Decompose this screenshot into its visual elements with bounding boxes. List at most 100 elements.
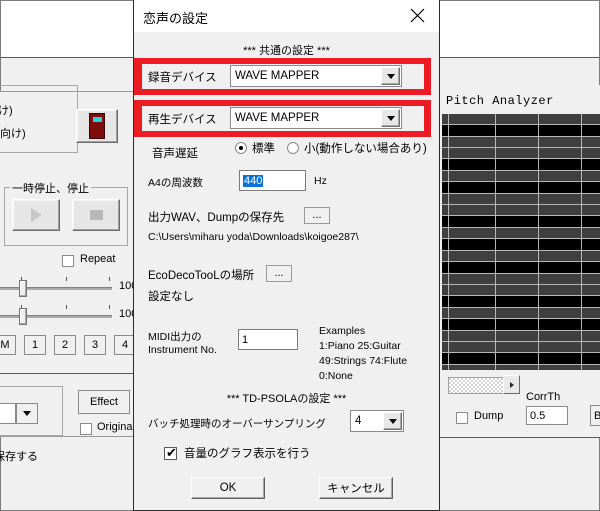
slider1-track[interactable]: [0, 287, 112, 290]
piano-row: [442, 137, 600, 148]
volume-graph-checkbox[interactable]: ✔: [164, 445, 177, 460]
b-button[interactable]: B.: [590, 405, 600, 426]
dialog-title: 恋声の設定: [143, 11, 209, 26]
playback-device-combo[interactable]: WAVE MAPPER: [230, 107, 402, 129]
ecodecotool-browse-button[interactable]: ...: [266, 265, 292, 282]
preset-button-1[interactable]: 1: [24, 335, 46, 355]
dump-checkbox[interactable]: [456, 412, 468, 424]
midi-examples-line3: 0:None: [319, 370, 353, 382]
chevron-right-icon: [509, 381, 514, 388]
preset-button-2[interactable]: 2: [54, 335, 76, 355]
piano-row: [442, 125, 600, 137]
preset-button-3[interactable]: 3: [84, 335, 106, 355]
save-label: 保存する: [0, 451, 38, 463]
midi-examples-line1: 1:Piano 25:Guitar: [319, 340, 401, 352]
recording-device-combo[interactable]: WAVE MAPPER: [230, 65, 402, 87]
dialog-body: *** 共通の設定 *** 録音デバイス WAVE MAPPER 再生デバイス …: [134, 32, 439, 510]
piano-row: [442, 262, 600, 274]
pitch-analyzer-grid[interactable]: [442, 114, 600, 370]
close-icon: [410, 8, 424, 23]
piano-row: [442, 319, 600, 331]
dump-label: Dump: [474, 410, 504, 422]
door-exit-button[interactable]: [76, 109, 118, 143]
settings-dialog: 恋声の設定 *** 共通の設定 *** 録音デバイス WAVE MAPPER 再…: [133, 0, 440, 511]
pitch-analyzer-title: Pitch Analyzer: [446, 94, 554, 108]
chevron-down-icon: [23, 411, 31, 416]
dialog-titlebar: 恋声の設定: [134, 0, 439, 32]
output-path-label: 出力WAV、Dumpの保存先: [148, 212, 285, 224]
piano-row: [442, 331, 600, 342]
recording-device-combo-arrow[interactable]: [381, 67, 400, 85]
repeat-checkbox[interactable]: [62, 255, 74, 267]
playback-device-combo-arrow[interactable]: [381, 109, 400, 127]
slider2-tick-3: [109, 305, 110, 309]
corr-th-input[interactable]: 0.5: [526, 406, 568, 425]
voice-type-label-line2: 散音向け): [0, 128, 26, 140]
piano-row: [442, 308, 600, 319]
grid-vline: [581, 114, 582, 370]
midi-instrument-input[interactable]: 1: [238, 329, 298, 350]
piano-row: [442, 148, 600, 159]
audio-delay-small-radio[interactable]: [287, 142, 299, 154]
piano-row: [442, 205, 600, 216]
a4-frequency-unit: Hz: [314, 175, 327, 187]
volume-graph-label: 音量のグラフ表示を行う: [184, 448, 311, 460]
piano-row: [442, 342, 600, 353]
stop-square-icon: [89, 210, 103, 220]
left-panel-divider: [0, 373, 134, 374]
original-checkbox[interactable]: [80, 423, 92, 435]
oversampling-label: バッチ処理時のオーバーサンプリング: [148, 418, 326, 430]
check-icon: ✔: [166, 445, 177, 460]
stop-button[interactable]: [72, 199, 120, 231]
corr-th-label: CorrTh: [526, 391, 561, 403]
preset-combo-value[interactable]: E_5: [0, 403, 16, 424]
recording-device-label: 録音デバイス: [148, 72, 217, 84]
a4-frequency-value: 440: [243, 174, 264, 187]
grid-vline: [495, 114, 496, 370]
repeat-label: Repeat: [80, 253, 116, 265]
slider2-track[interactable]: [0, 315, 112, 318]
piano-row: [442, 274, 600, 285]
chevron-down-icon: [388, 418, 397, 424]
piano-row: [442, 216, 600, 228]
piano-row: [442, 239, 600, 251]
midi-label-line1: MIDI出力の: [148, 331, 202, 343]
grid-vline: [448, 114, 449, 370]
screenshot-root: け) 散音向け) 一時停止、停止 Repeat 100 100 M 1 2 3: [0, 0, 600, 511]
original-label: Origina: [97, 421, 133, 433]
play-button[interactable]: [12, 199, 60, 231]
playback-device-label: 再生デバイス: [148, 114, 217, 126]
close-button[interactable]: [395, 0, 439, 31]
ok-button[interactable]: OK: [191, 477, 265, 499]
right-panel-divider: [432, 437, 600, 438]
midi-examples-title: Examples: [319, 325, 366, 337]
piano-row: [442, 171, 600, 182]
audio-delay-small-label: 小(動作しない場合あり): [304, 143, 427, 155]
audio-delay-label: 音声遅延: [152, 148, 198, 160]
ecodecotool-value: 設定なし: [148, 291, 194, 303]
piano-row: [442, 159, 600, 171]
a4-frequency-input[interactable]: 440: [239, 170, 306, 191]
midi-label-line2: Instrument No.: [148, 344, 217, 356]
playback-group-title: 一時停止、停止: [10, 180, 91, 196]
preset-combo-arrow[interactable]: [16, 403, 38, 424]
output-path-browse-button[interactable]: ...: [304, 207, 330, 224]
scroll-right-button[interactable]: [503, 375, 520, 394]
voice-type-groupbox: [0, 85, 78, 153]
cancel-button[interactable]: キャンセル: [319, 477, 393, 499]
piano-row: [442, 194, 600, 205]
ecodecotool-label: EcoDecoTooLの場所: [148, 270, 255, 282]
chevron-down-icon: [386, 115, 395, 121]
preset-button-m[interactable]: M: [0, 335, 16, 355]
pitch-analyzer-panel: Pitch Analyzer Dump CorrTh 0.5 B: [432, 85, 600, 438]
piano-row: [442, 285, 600, 296]
slider2-tick-2: [66, 305, 67, 309]
slider2-thumb[interactable]: [19, 308, 27, 325]
piano-row: [442, 353, 600, 365]
effect-button[interactable]: Effect: [78, 390, 130, 414]
slider1-tick-2: [66, 277, 67, 281]
slider1-thumb[interactable]: [19, 280, 27, 297]
audio-delay-standard-radio[interactable]: [235, 142, 247, 154]
grid-vline: [538, 114, 539, 370]
oversampling-combo-arrow[interactable]: [383, 412, 402, 430]
